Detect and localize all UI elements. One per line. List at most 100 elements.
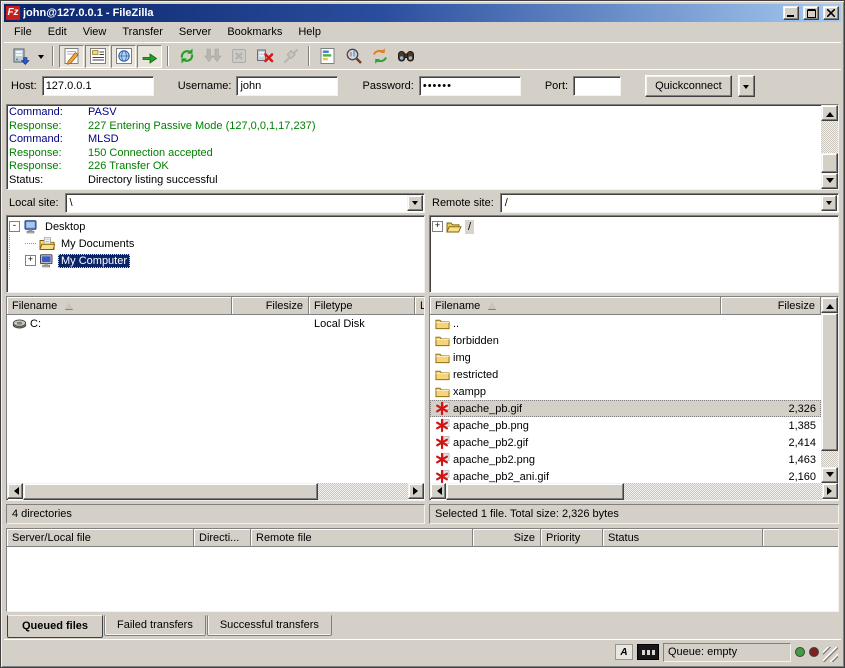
maximize-button[interactable]: [803, 6, 819, 20]
directory-comparison-button[interactable]: [341, 45, 366, 68]
toggle-transfer-queue-button[interactable]: [137, 45, 162, 68]
scroll-track[interactable]: [318, 483, 408, 500]
directory-listing-filters-button[interactable]: [315, 45, 340, 68]
local-tree-item[interactable]: -Desktop: [9, 218, 424, 235]
local-tree-item[interactable]: My Documents: [9, 235, 424, 252]
port-input[interactable]: [573, 76, 621, 96]
reconnect-icon: [281, 46, 301, 66]
data-type-indicator-icon[interactable]: A: [615, 644, 633, 660]
remote-file-row[interactable]: restricted: [430, 366, 821, 383]
column-header-filename[interactable]: Filename: [430, 297, 721, 315]
title-bar[interactable]: Fz john@127.0.0.1 - FileZilla: [4, 4, 841, 22]
quickconnect-dropdown-button[interactable]: [738, 75, 755, 97]
username-input[interactable]: [236, 76, 338, 96]
remote-file-row[interactable]: apache_pb.png1,385: [430, 417, 821, 434]
column-header-remote-file[interactable]: Remote file: [251, 529, 473, 547]
host-input[interactable]: [42, 76, 154, 96]
toggle-message-log-button[interactable]: [59, 45, 84, 68]
tab-queued-files[interactable]: Queued files: [7, 615, 103, 638]
column-header-status[interactable]: Status: [603, 529, 763, 547]
find-files-button[interactable]: [393, 45, 418, 68]
remote-hscrollbar[interactable]: [430, 483, 838, 500]
transfer-queue-list[interactable]: [7, 547, 838, 611]
column-header-directi-[interactable]: Directi...: [194, 529, 251, 547]
remote-file-row[interactable]: img: [430, 349, 821, 366]
menu-item-server[interactable]: Server: [171, 23, 219, 41]
remote-file-row[interactable]: apache_pb2.png1,463: [430, 451, 821, 468]
local-site-combo[interactable]: \: [65, 193, 425, 213]
scroll-right-button[interactable]: [822, 483, 838, 499]
filezilla-window: Fz john@127.0.0.1 - FileZilla FileEditVi…: [0, 0, 845, 668]
remote-tree-item[interactable]: +/: [432, 218, 838, 235]
remote-vscrollbar[interactable]: [821, 297, 838, 483]
remote-file-row[interactable]: ..: [430, 315, 821, 332]
remote-site-dropdown-button[interactable]: [821, 195, 837, 211]
file-type-cell: Local Disk: [309, 318, 415, 330]
menu-item-edit[interactable]: Edit: [40, 23, 75, 41]
column-header-filesize[interactable]: Filesize: [721, 297, 821, 315]
column-header-blank[interactable]: [763, 529, 838, 547]
remote-site-combo[interactable]: /: [500, 193, 839, 213]
column-header-size[interactable]: Size: [473, 529, 541, 547]
disconnect-button[interactable]: [252, 45, 277, 68]
file-size-cell: 2,414: [721, 437, 821, 449]
menu-item-transfer[interactable]: Transfer: [114, 23, 171, 41]
local-site-dropdown-button[interactable]: [407, 195, 423, 211]
toggle-local-tree-button[interactable]: [85, 45, 110, 68]
scroll-up-button[interactable]: [821, 297, 838, 313]
close-button[interactable]: [823, 6, 839, 20]
remote-site-row: Remote site: /: [429, 192, 839, 213]
tree-expander-plus-icon[interactable]: +: [432, 221, 443, 232]
scroll-thumb[interactable]: [821, 153, 838, 173]
window-resize-grip[interactable]: [823, 647, 838, 662]
scroll-thumb[interactable]: [821, 313, 838, 451]
scroll-track[interactable]: [624, 483, 822, 500]
scroll-thumb[interactable]: [23, 483, 318, 500]
quickconnect-button[interactable]: Quickconnect: [645, 75, 732, 97]
scroll-left-button[interactable]: [7, 483, 23, 499]
remote-file-row[interactable]: apache_pb.gif2,326: [430, 400, 821, 417]
scroll-up-button[interactable]: [821, 105, 838, 121]
scroll-track[interactable]: [821, 121, 838, 153]
menu-item-view[interactable]: View: [75, 23, 115, 41]
site-manager-button[interactable]: [8, 45, 33, 68]
column-header-filename[interactable]: Filename: [7, 297, 232, 315]
scroll-left-button[interactable]: [430, 483, 446, 499]
tree-expander-plus-icon[interactable]: +: [25, 255, 36, 266]
local-hscrollbar[interactable]: [7, 483, 424, 500]
remote-file-row[interactable]: forbidden: [430, 332, 821, 349]
column-header-priority[interactable]: Priority: [541, 529, 603, 547]
scroll-down-button[interactable]: [821, 467, 838, 483]
tree-expander-minus-icon[interactable]: -: [9, 221, 20, 232]
scroll-track[interactable]: [821, 451, 838, 467]
remote-file-row[interactable]: apache_pb2_ani.gif2,160: [430, 468, 821, 483]
tab-failed-transfers[interactable]: Failed transfers: [104, 615, 206, 636]
column-header-server-local-file[interactable]: Server/Local file: [7, 529, 194, 547]
column-header-filesize[interactable]: Filesize: [232, 297, 309, 315]
log-vscrollbar[interactable]: [821, 105, 838, 189]
local-tree-item[interactable]: +My Computer: [9, 252, 424, 269]
site-manager-dropdown-button[interactable]: [34, 45, 47, 68]
column-header-label: Size: [514, 532, 535, 544]
log-line-text: 226 Transfer OK: [88, 160, 169, 174]
column-header-filetype[interactable]: Filetype: [309, 297, 415, 315]
tab-successful-transfers[interactable]: Successful transfers: [207, 615, 332, 636]
queue-status-text: Queue: empty: [663, 643, 791, 662]
log-line-label: Command:: [9, 106, 88, 120]
menu-item-help[interactable]: Help: [290, 23, 329, 41]
refresh-button[interactable]: [174, 45, 199, 68]
local-file-row[interactable]: C:Local Disk: [7, 315, 424, 332]
remote-file-row[interactable]: xampp: [430, 383, 821, 400]
menu-item-file[interactable]: File: [6, 23, 40, 41]
scroll-right-button[interactable]: [408, 483, 424, 499]
minimize-button[interactable]: [783, 6, 799, 20]
toggle-remote-tree-button[interactable]: [111, 45, 136, 68]
column-header-l[interactable]: L: [415, 297, 424, 315]
synchronized-browsing-button[interactable]: [367, 45, 392, 68]
speed-limits-icon[interactable]: [637, 644, 659, 660]
remote-file-row[interactable]: apache_pb2.gif2,414: [430, 434, 821, 451]
scroll-down-button[interactable]: [821, 173, 838, 189]
password-input[interactable]: [419, 76, 521, 96]
scroll-thumb[interactable]: [446, 483, 624, 500]
menu-item-bookmarks[interactable]: Bookmarks: [219, 23, 290, 41]
